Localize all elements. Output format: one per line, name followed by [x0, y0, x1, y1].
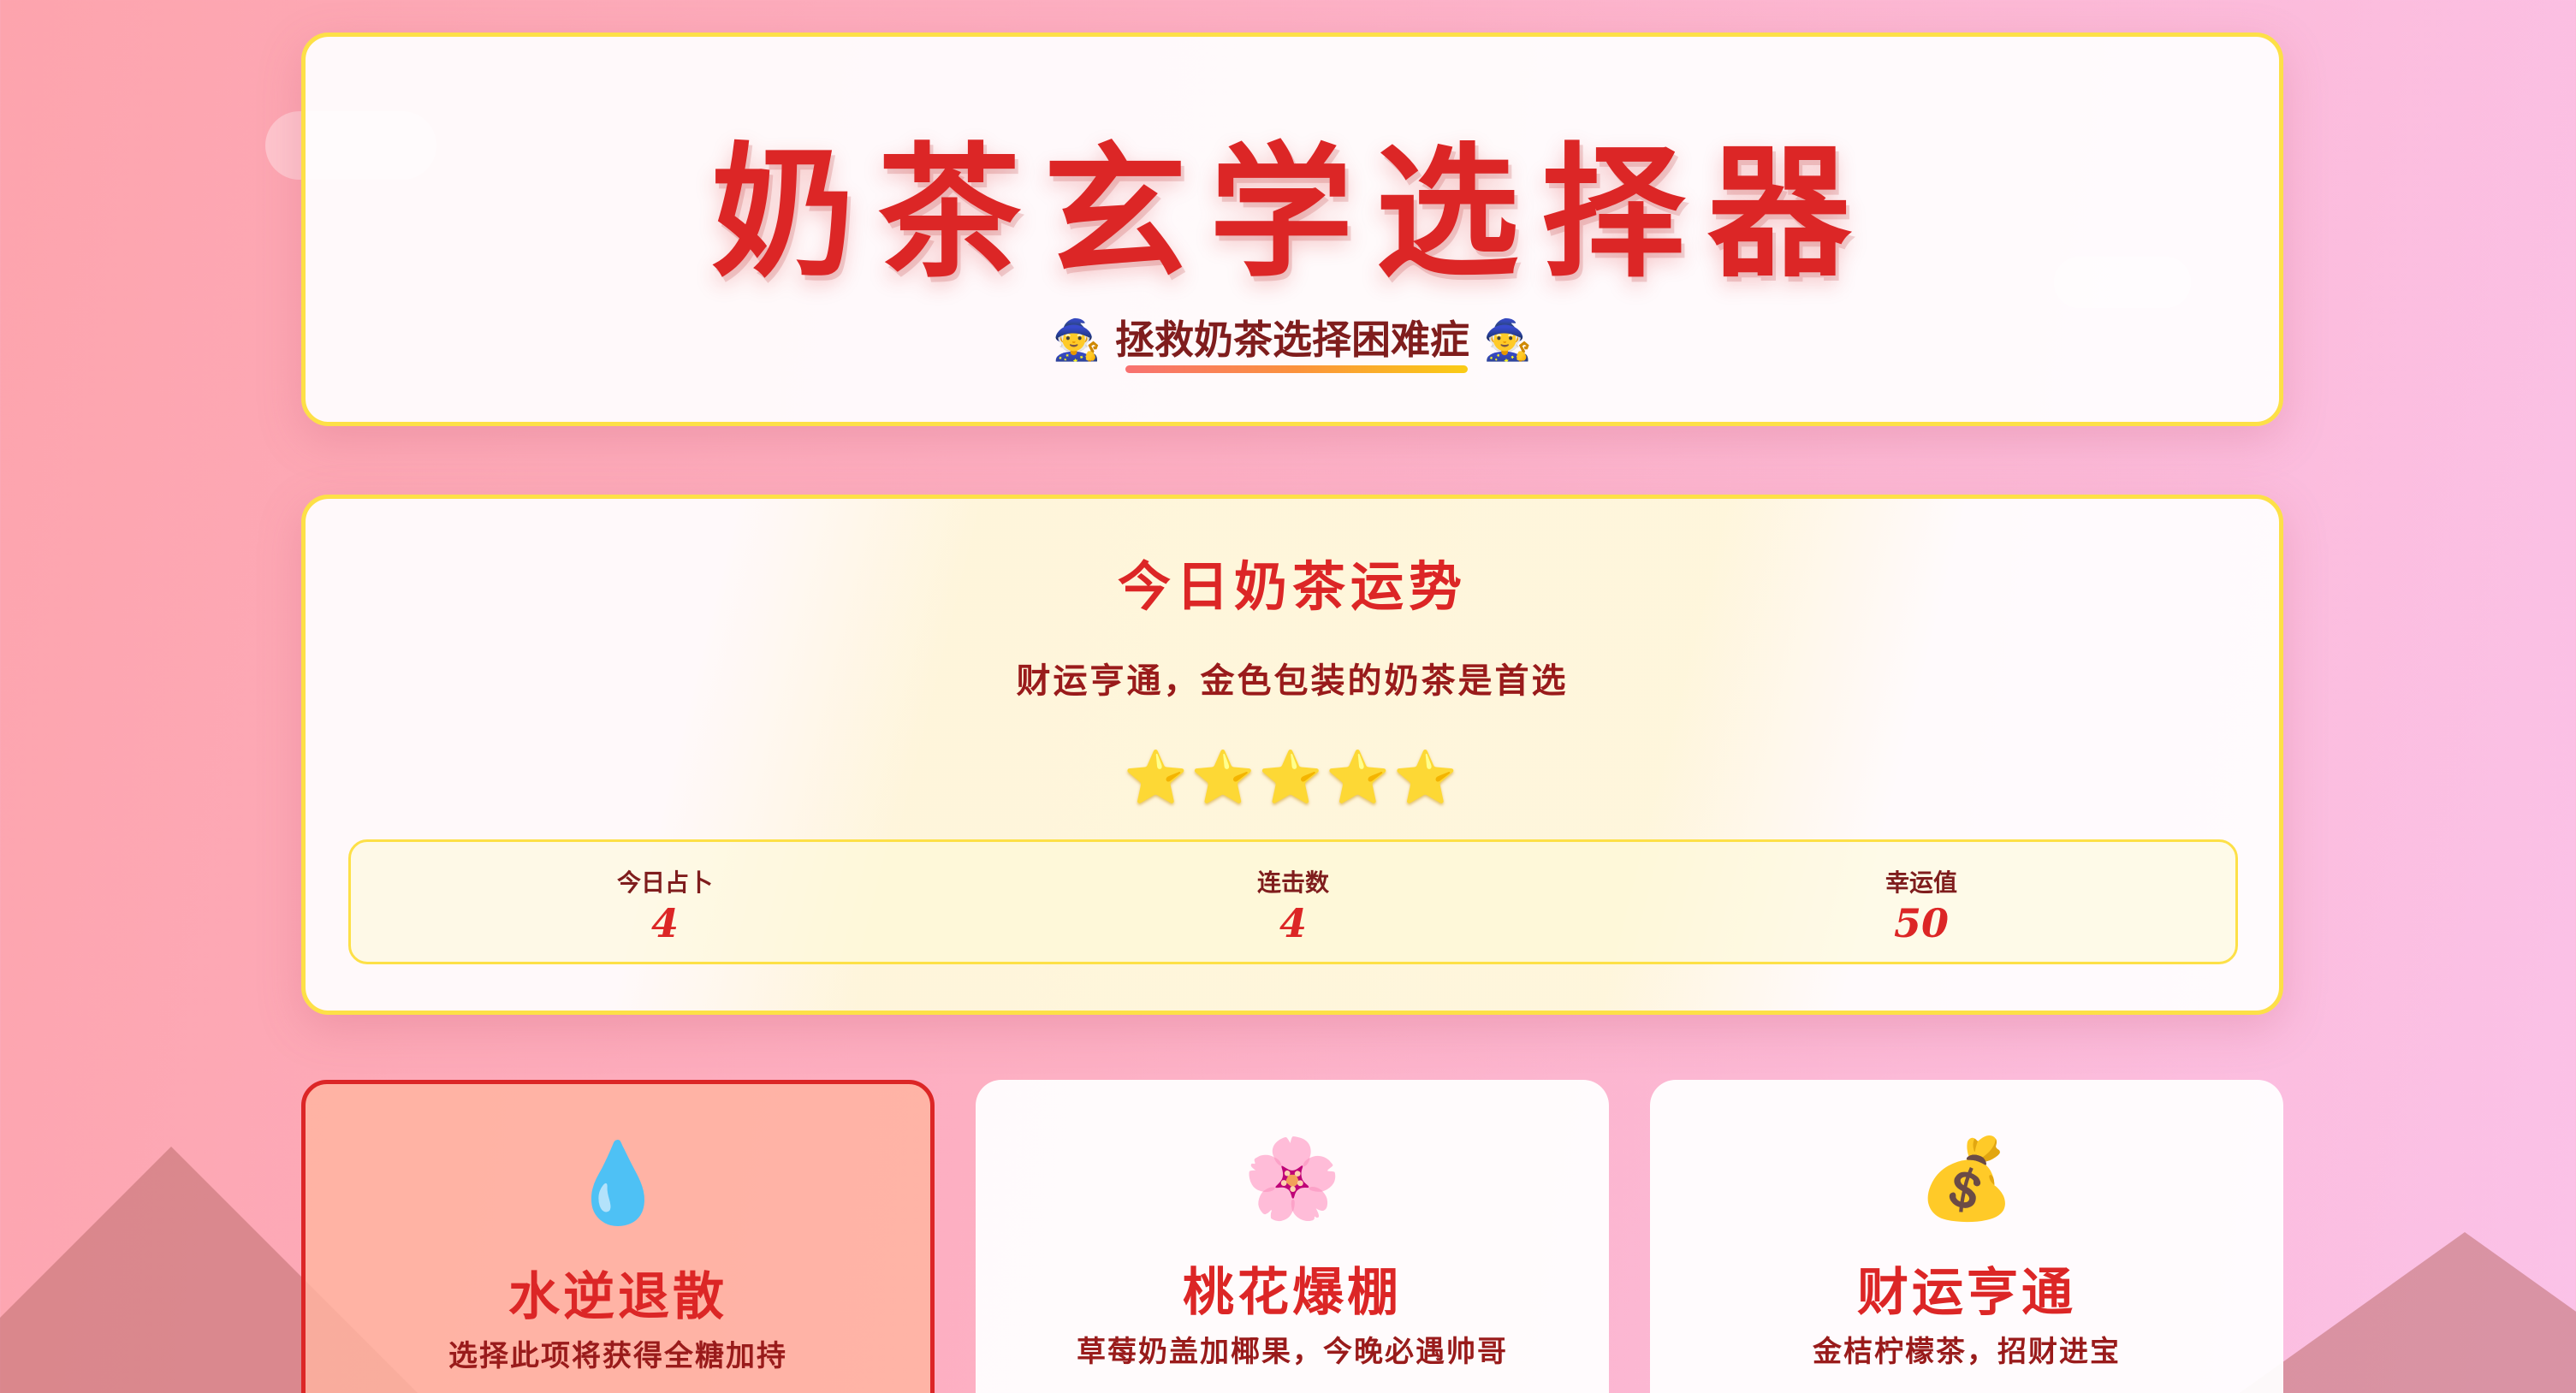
stat-luck: 幸运值 50	[1607, 842, 2235, 962]
option-name: 水逆退散	[508, 1267, 727, 1327]
stat-value: 50	[1893, 900, 1949, 946]
option-card-peach[interactable]: 🌸 桃花爆棚 草莓奶盖加椰果，今晚必遇帅哥	[976, 1080, 1609, 1393]
page-subtitle: 🧙 拯救奶茶选择困难症 🧙	[1052, 317, 1533, 363]
fortune-card: 今日奶茶运势 财运亨通，金色包装的奶茶是首选 ⭐⭐⭐⭐⭐ 今日占卜 4 连击数 …	[301, 495, 2283, 1015]
cherry-blossom-icon: 🌸	[1243, 1133, 1342, 1224]
stat-label: 连击数	[1256, 868, 1329, 897]
money-bag-icon: 💰	[1917, 1133, 2016, 1224]
stat-daily-divination: 今日占卜 4	[351, 842, 979, 962]
water-drop-icon: 💧	[568, 1137, 668, 1229]
option-name: 财运亨通	[1857, 1263, 2076, 1323]
option-name: 桃花爆棚	[1183, 1263, 1402, 1323]
fortune-text: 财运亨通，金色包装的奶茶是首选	[1016, 661, 1569, 701]
star-rating: ⭐⭐⭐⭐⭐	[1124, 748, 1461, 808]
stat-label: 幸运值	[1885, 868, 1957, 897]
header-divider	[1125, 365, 1468, 373]
option-card-wealth[interactable]: 💰 财运亨通 金桔柠檬茶，招财进宝	[1650, 1080, 2283, 1393]
stat-value: 4	[650, 900, 679, 946]
page-title: 奶茶玄学选择器	[711, 127, 1873, 297]
option-desc: 草莓奶盖加椰果，今晚必遇帅哥	[1077, 1335, 1508, 1369]
stats-panel: 今日占卜 4 连击数 4 幸运值 50	[348, 839, 2238, 964]
option-desc: 选择此项将获得全糖加持	[448, 1339, 787, 1373]
option-card-water[interactable]: 💧 水逆退散 选择此项将获得全糖加持	[301, 1080, 935, 1393]
stat-value: 4	[1279, 900, 1307, 946]
header-card: 奶茶玄学选择器 🧙 拯救奶茶选择困难症 🧙	[301, 33, 2283, 426]
stat-label: 今日占卜	[616, 868, 713, 897]
stat-combo: 连击数 4	[979, 842, 1607, 962]
fortune-title: 今日奶茶运势	[1117, 555, 1467, 618]
option-desc: 金桔柠檬茶，招财进宝	[1813, 1335, 2121, 1369]
